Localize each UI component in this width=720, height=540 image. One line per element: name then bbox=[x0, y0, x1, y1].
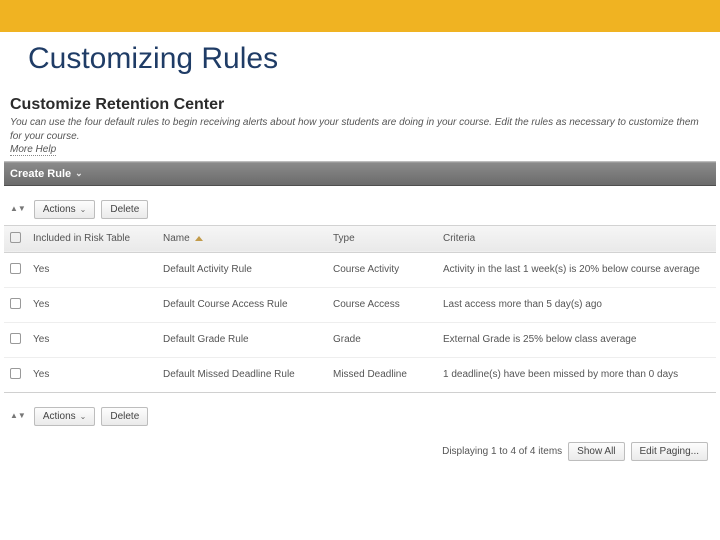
row-checkbox[interactable] bbox=[10, 333, 21, 344]
cell-criteria: Last access more than 5 day(s) ago bbox=[437, 287, 716, 322]
panel-description: You can use the four default rules to be… bbox=[4, 116, 716, 159]
create-rule-label: Create Rule bbox=[10, 168, 71, 180]
cell-included: Yes bbox=[27, 322, 157, 357]
slide-title: Customizing Rules bbox=[0, 32, 720, 90]
panel-description-text: You can use the four default rules to be… bbox=[10, 117, 699, 142]
sort-asc-icon bbox=[195, 236, 203, 241]
col-name-label: Name bbox=[163, 233, 190, 244]
delete-button-bottom[interactable]: Delete bbox=[101, 407, 148, 426]
create-rule-button[interactable]: Create Rule ⌄ bbox=[10, 168, 83, 180]
row-checkbox[interactable] bbox=[10, 368, 21, 379]
table-row: Yes Default Grade Rule Grade External Gr… bbox=[4, 322, 716, 357]
row-checkbox[interactable] bbox=[10, 298, 21, 309]
table-row: Yes Default Activity Rule Course Activit… bbox=[4, 252, 716, 287]
actions-button-top[interactable]: Actions ⌄ bbox=[34, 200, 96, 219]
cell-name[interactable]: Default Missed Deadline Rule bbox=[157, 357, 327, 392]
actions-label: Actions bbox=[43, 204, 76, 215]
select-all-checkbox[interactable] bbox=[10, 232, 21, 243]
top-toolbar: ▲▼ Actions ⌄ Delete bbox=[4, 186, 716, 225]
cell-type: Course Activity bbox=[327, 252, 437, 287]
delete-label: Delete bbox=[110, 204, 139, 215]
cell-criteria: External Grade is 25% below class averag… bbox=[437, 322, 716, 357]
cell-included: Yes bbox=[27, 252, 157, 287]
actions-label: Actions bbox=[43, 411, 76, 422]
chevron-down-icon: ⌄ bbox=[80, 205, 87, 214]
rules-table: Included in Risk Table Name Type Criteri… bbox=[4, 225, 716, 393]
bottom-toolbar: ▲▼ Actions ⌄ Delete bbox=[4, 393, 716, 432]
cell-name[interactable]: Default Grade Rule bbox=[157, 322, 327, 357]
gold-accent-bar bbox=[0, 0, 720, 32]
table-row: Yes Default Missed Deadline Rule Missed … bbox=[4, 357, 716, 392]
delete-button-top[interactable]: Delete bbox=[101, 200, 148, 219]
chevron-down-icon: ⌄ bbox=[80, 412, 87, 421]
cell-type: Missed Deadline bbox=[327, 357, 437, 392]
paging-footer: Displaying 1 to 4 of 4 items Show All Ed… bbox=[4, 432, 716, 471]
cell-name[interactable]: Default Course Access Rule bbox=[157, 287, 327, 322]
cell-included: Yes bbox=[27, 357, 157, 392]
col-criteria[interactable]: Criteria bbox=[437, 225, 716, 252]
cell-type: Course Access bbox=[327, 287, 437, 322]
col-type[interactable]: Type bbox=[327, 225, 437, 252]
cell-name[interactable]: Default Activity Rule bbox=[157, 252, 327, 287]
create-rule-bar: Create Rule ⌄ bbox=[4, 162, 716, 186]
edit-paging-button[interactable]: Edit Paging... bbox=[631, 442, 708, 461]
actions-button-bottom[interactable]: Actions ⌄ bbox=[34, 407, 96, 426]
cell-included: Yes bbox=[27, 287, 157, 322]
table-row: Yes Default Course Access Rule Course Ac… bbox=[4, 287, 716, 322]
more-help-link[interactable]: More Help bbox=[10, 144, 56, 156]
panel-title: Customize Retention Center bbox=[4, 90, 716, 116]
col-name[interactable]: Name bbox=[157, 225, 327, 252]
cell-criteria: 1 deadline(s) have been missed by more t… bbox=[437, 357, 716, 392]
select-all-header[interactable] bbox=[4, 225, 27, 252]
cell-type: Grade bbox=[327, 322, 437, 357]
row-checkbox[interactable] bbox=[10, 263, 21, 274]
cell-criteria: Activity in the last 1 week(s) is 20% be… bbox=[437, 252, 716, 287]
reorder-icon: ▲▼ bbox=[10, 205, 26, 213]
paging-status: Displaying 1 to 4 of 4 items bbox=[442, 446, 562, 457]
chevron-down-icon: ⌄ bbox=[75, 168, 83, 179]
col-included[interactable]: Included in Risk Table bbox=[27, 225, 157, 252]
delete-label: Delete bbox=[110, 411, 139, 422]
reorder-icon: ▲▼ bbox=[10, 412, 26, 420]
show-all-button[interactable]: Show All bbox=[568, 442, 624, 461]
